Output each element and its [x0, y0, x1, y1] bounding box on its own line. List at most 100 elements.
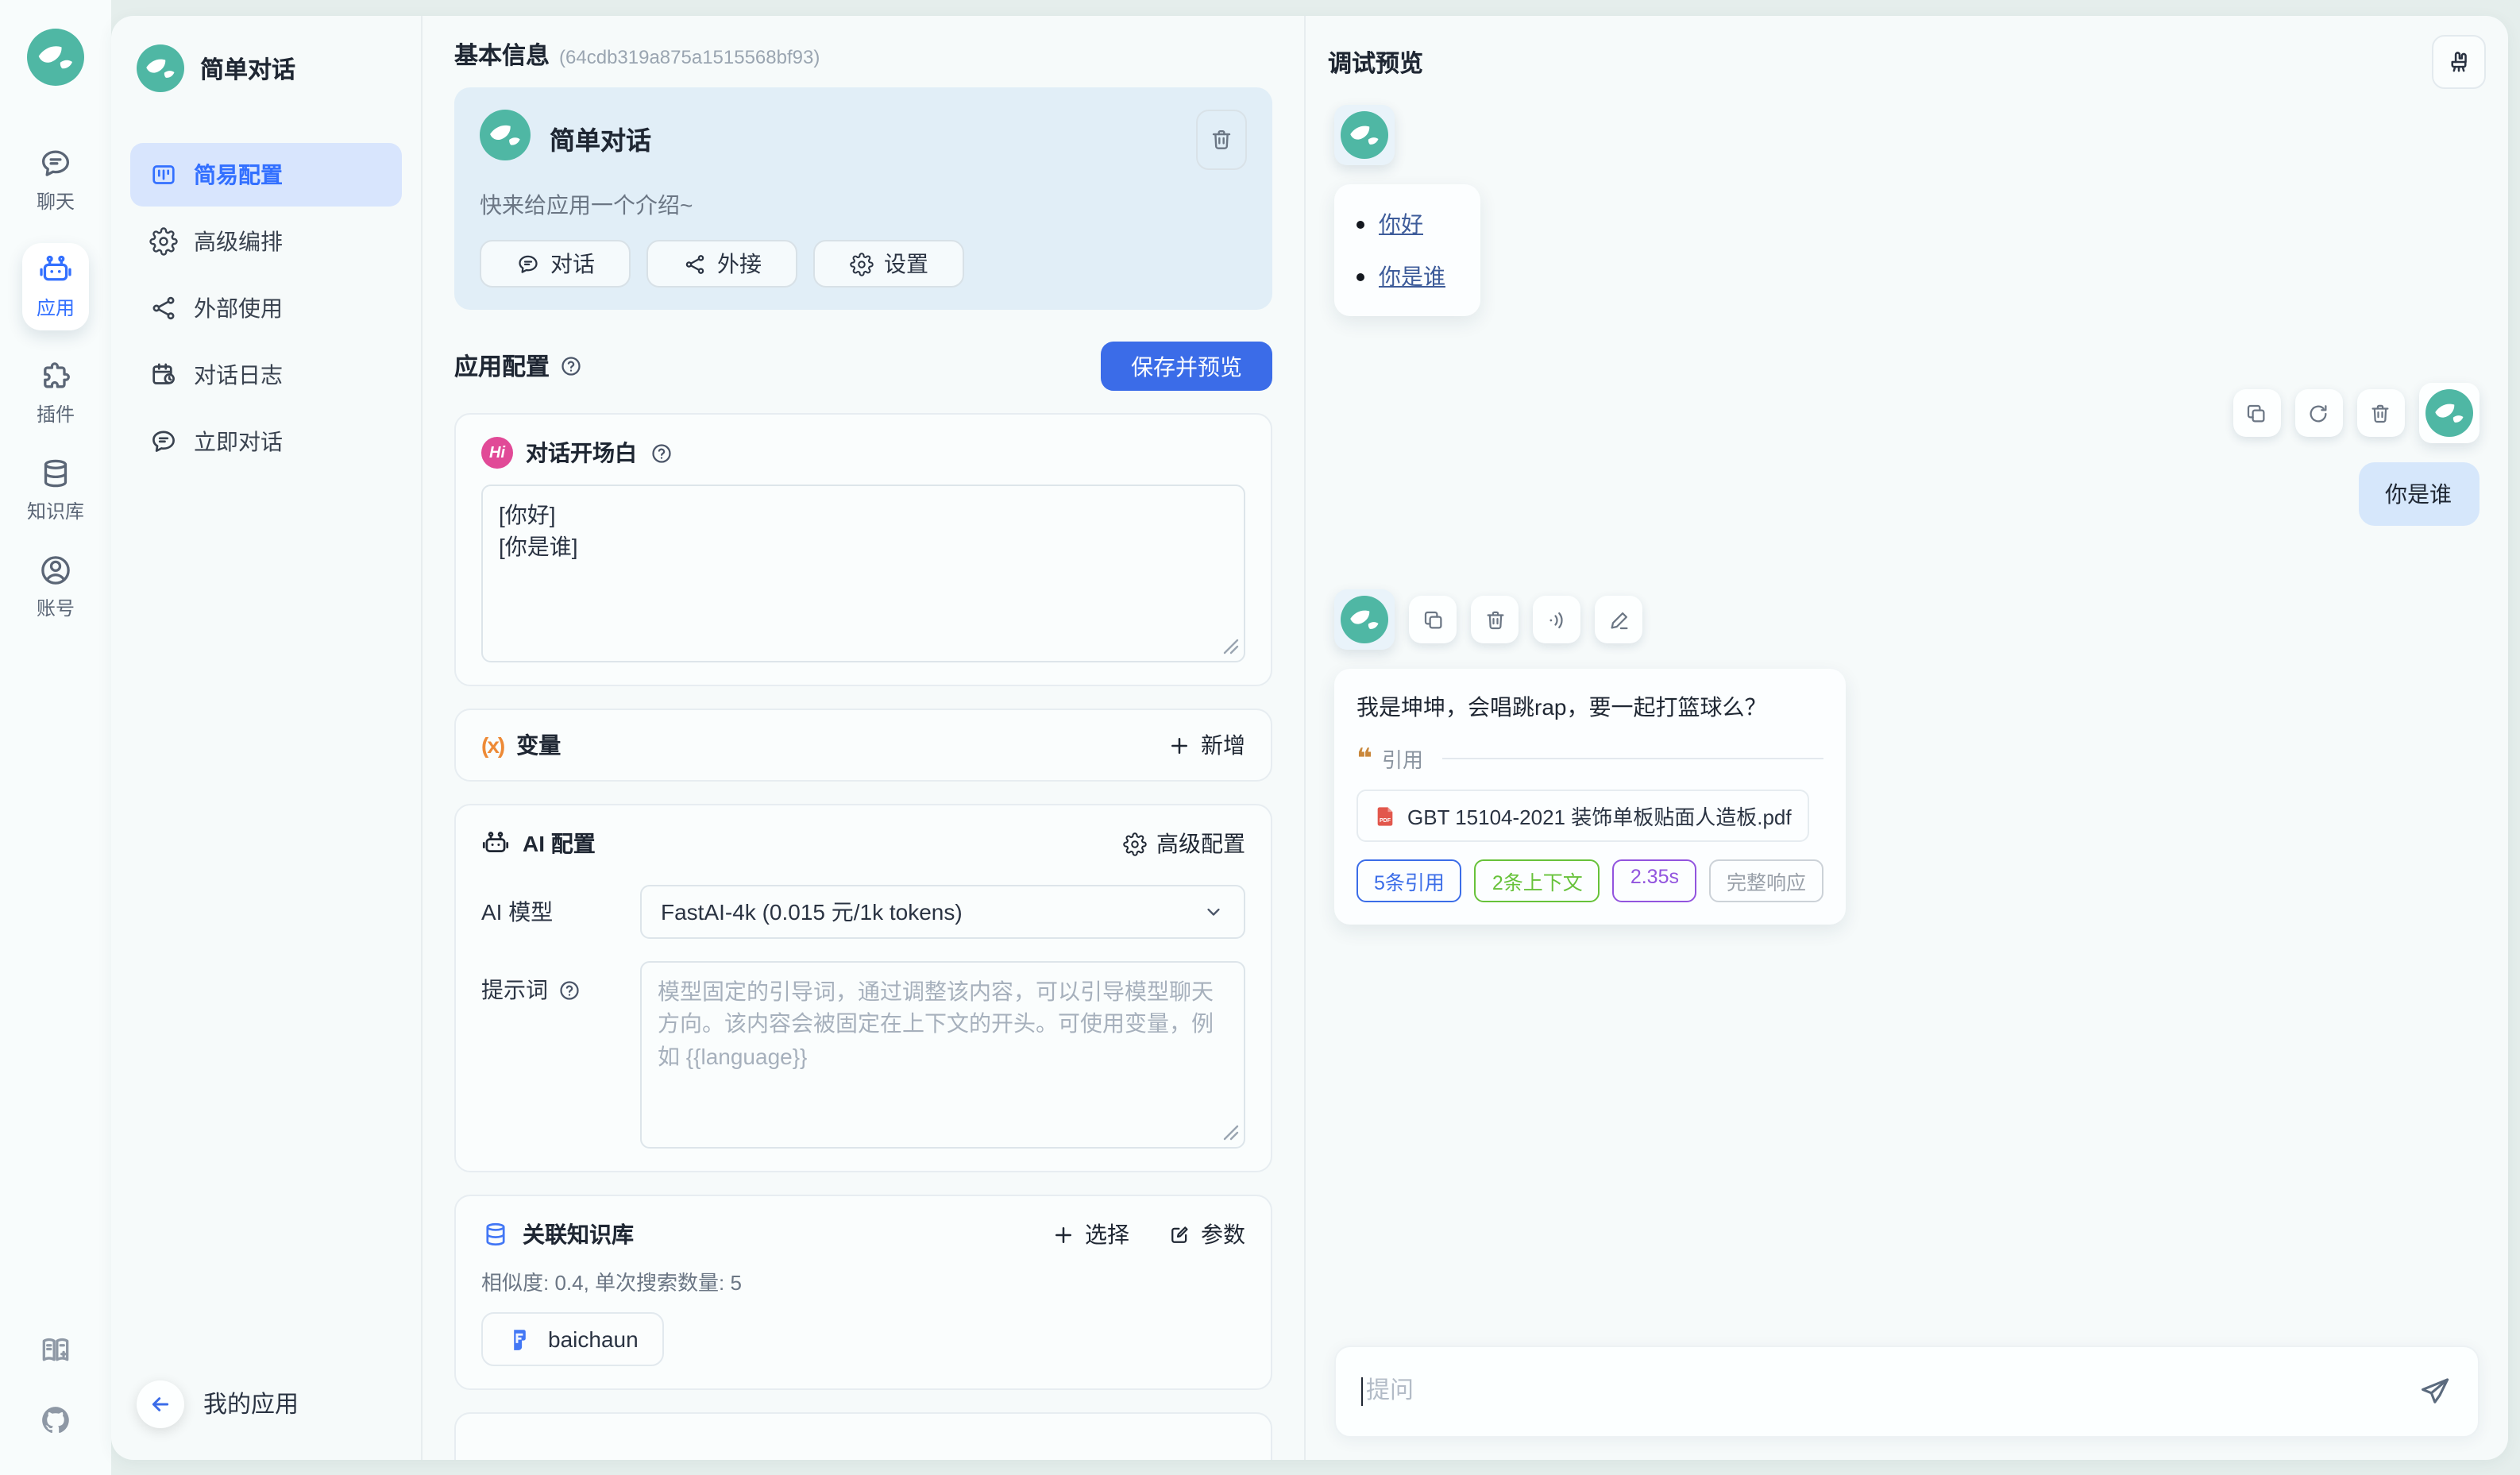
context-count-badge[interactable]: 2条上下文	[1475, 859, 1600, 902]
copy-icon	[2244, 401, 2268, 425]
advanced-config-label: 高级配置	[1156, 828, 1245, 859]
question-circle-icon[interactable]	[650, 441, 673, 465]
save-preview-button[interactable]: 保存并预览	[1101, 342, 1272, 391]
response-badges: 5条引用 2条上下文 2.35s 完整响应	[1356, 859, 1823, 902]
variable-x-icon: (x)	[481, 732, 504, 758]
settings-action-button[interactable]: 设置	[813, 240, 964, 288]
add-variable-button[interactable]: 新增	[1167, 729, 1245, 761]
quote-mark-icon: ❝	[1356, 745, 1372, 772]
sidebar-item-label: 对话日志	[194, 359, 283, 391]
action-label: 对话	[550, 248, 595, 280]
rail-item-account[interactable]: 账号	[37, 553, 75, 621]
dataset-tag-label: baichaun	[548, 1326, 639, 1352]
next-section-card-partial	[454, 1412, 1272, 1459]
dataset-select-label: 选择	[1085, 1218, 1129, 1250]
delete-message-button[interactable]	[2356, 389, 2404, 437]
rail-item-chat[interactable]: 聊天	[37, 146, 75, 214]
sidebar-item-advanced-orchestration[interactable]: 高级编排	[130, 210, 402, 273]
external-action-button[interactable]: 外接	[646, 240, 797, 288]
app-config-title-text: 应用配置	[454, 349, 550, 383]
assistant-message-text: 我是坤坤，会唱跳rap，要一起打篮球么？	[1356, 691, 1823, 724]
ai-model-label: AI 模型	[481, 896, 640, 928]
citation-file-chip[interactable]: GBT 15104-2021 装饰单板贴面人造板.pdf	[1356, 790, 1809, 842]
back-button[interactable]	[137, 1380, 184, 1427]
my-apps-label[interactable]: 我的应用	[203, 1387, 299, 1420]
app-id: (64cdb319a875a1515568bf93)	[559, 46, 820, 68]
clear-chat-button[interactable]	[2431, 35, 2485, 89]
dataset-select-button[interactable]: 选择	[1052, 1218, 1129, 1250]
app-avatar-icon	[1341, 111, 1388, 159]
rail-nav: 聊天 应用 插件 知识库 账号	[22, 146, 89, 621]
bullet-dot	[1356, 220, 1364, 228]
rail-item-plugins[interactable]: 插件	[37, 359, 75, 427]
calendar-log-icon	[149, 361, 178, 389]
config-column: 基本信息 (64cdb319a875a1515568bf93) 简单对话 快来给…	[423, 16, 1306, 1459]
welcome-textarea-wrap: [你好] [你是谁]	[481, 485, 1245, 662]
chat-input[interactable]	[1363, 1377, 2417, 1404]
chat-bubble-icon	[38, 146, 73, 181]
app-name: 简单对话	[550, 119, 651, 157]
trash-icon	[2368, 401, 2392, 425]
quick-question-link[interactable]: 你好	[1379, 208, 1423, 240]
advanced-config-button[interactable]: 高级配置	[1123, 828, 1245, 859]
github-icon[interactable]	[38, 1402, 73, 1437]
ai-model-select[interactable]: FastAI-4k (0.015 元/1k tokens)	[640, 885, 1245, 939]
dataset-actions: 选择 参数	[1052, 1218, 1245, 1250]
question-circle-icon[interactable]	[558, 978, 581, 1002]
sidebar-item-simple-config[interactable]: 简易配置	[130, 143, 402, 207]
dataset-params-button[interactable]: 参数	[1167, 1218, 1245, 1250]
copy-message-button[interactable]	[2232, 389, 2280, 437]
quote-divider	[1442, 758, 1823, 760]
app-sidebar: 简单对话 简易配置 高级编排 外部使用 对话日志	[111, 16, 423, 1459]
pencil-icon	[1607, 608, 1630, 631]
copy-message-button[interactable]	[1409, 596, 1457, 643]
full-response-badge[interactable]: 完整响应	[1709, 859, 1823, 902]
debug-column: 调试预览 你好 你	[1306, 16, 2507, 1459]
rail-item-datasets[interactable]: 知识库	[27, 456, 84, 524]
welcome-card: Hi 对话开场白 [你好] [你是谁]	[454, 413, 1272, 686]
sidebar-footer: 我的应用	[130, 1373, 402, 1434]
robot-icon	[481, 829, 510, 858]
add-variable-label: 新增	[1201, 729, 1245, 761]
prompt-textarea[interactable]	[640, 961, 1245, 1149]
app-avatar	[480, 110, 531, 160]
assistant-message-toolbar	[1334, 589, 2479, 650]
docs-book-icon[interactable]	[38, 1332, 73, 1367]
sidebar-item-chat-logs[interactable]: 对话日志	[130, 343, 402, 407]
app-header: 简单对话	[130, 41, 402, 95]
sidebar-item-label: 外部使用	[194, 292, 283, 324]
user-avatar-icon	[2425, 389, 2472, 437]
send-plane-icon[interactable]	[2417, 1373, 2452, 1408]
share-icon	[149, 294, 178, 322]
welcome-link-item: 你是谁	[1356, 261, 1445, 292]
user-message-bubble: 你是谁	[2358, 462, 2479, 526]
sidebar-item-external-use[interactable]: 外部使用	[130, 276, 402, 340]
delete-message-button[interactable]	[1471, 596, 1519, 643]
copy-icon	[1421, 608, 1445, 631]
rail-item-apps[interactable]: 应用	[22, 243, 89, 330]
sidebar-item-chat-now[interactable]: 立即对话	[130, 410, 402, 473]
brand-logo-icon	[27, 29, 84, 86]
tts-play-button[interactable]	[1533, 596, 1580, 643]
retry-message-button[interactable]	[2294, 389, 2342, 437]
gear-icon	[149, 227, 178, 256]
app-avatar	[137, 44, 184, 92]
trash-icon	[1483, 608, 1507, 631]
delete-app-button[interactable]	[1196, 110, 1247, 170]
columns-icon	[149, 160, 178, 189]
citations-count-badge[interactable]: 5条引用	[1356, 859, 1462, 902]
nav-rail: 聊天 应用 插件 知识库 账号	[0, 0, 111, 1475]
dataset-tag-baichaun[interactable]: baichaun	[481, 1312, 664, 1366]
app-window: 聊天 应用 插件 知识库 账号	[0, 0, 2520, 1475]
quick-question-link[interactable]: 你是谁	[1379, 261, 1445, 292]
citation-file-name: GBT 15104-2021 装饰单板贴面人造板.pdf	[1407, 801, 1792, 831]
chat-preview: 你好 你是谁	[1328, 89, 2485, 1437]
question-circle-icon[interactable]	[559, 354, 583, 378]
edit-message-button[interactable]	[1595, 596, 1642, 643]
share-icon	[682, 252, 706, 276]
welcome-textarea[interactable]: [你好] [你是谁]	[481, 485, 1245, 662]
ai-config-title: AI 配置	[523, 828, 596, 859]
response-time-badge[interactable]: 2.35s	[1613, 859, 1696, 902]
plus-icon	[1052, 1222, 1075, 1246]
chat-action-button[interactable]: 对话	[480, 240, 631, 288]
